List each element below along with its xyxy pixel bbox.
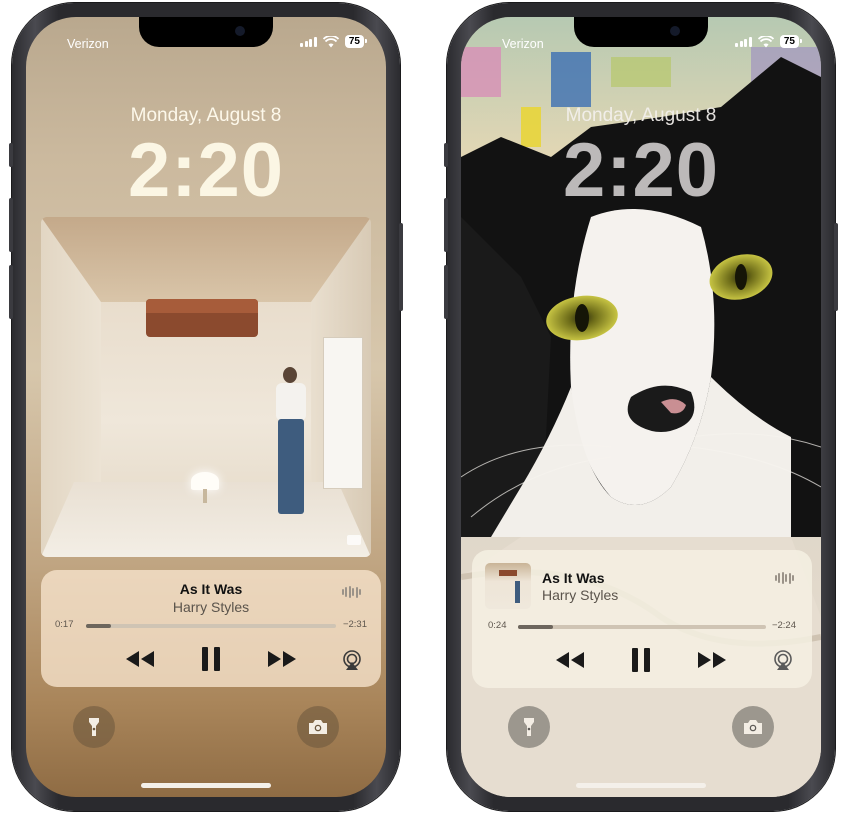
lock-time: 2:20: [127, 128, 285, 213]
pause-icon[interactable]: [199, 645, 223, 673]
home-indicator[interactable]: [141, 783, 271, 788]
lock-screen: Verizon 75 Monday, August 8 2:20 As It W…: [26, 17, 386, 797]
rewind-icon[interactable]: [554, 649, 586, 671]
status-icons: 75: [735, 35, 803, 48]
front-camera: [670, 26, 680, 36]
lock-time: 2:20: [562, 128, 720, 213]
camera-icon[interactable]: [297, 706, 339, 748]
now-playing-widget[interactable]: As It Was Harry Styles 0:24 −2:24: [472, 550, 812, 688]
volume-down-button: [9, 265, 13, 319]
elapsed-time: 0:17: [55, 619, 74, 630]
track-artist: Harry Styles: [172, 599, 250, 615]
fast-forward-icon[interactable]: [266, 648, 298, 670]
rewind-icon[interactable]: [124, 648, 156, 670]
status-icons: 75: [300, 35, 368, 48]
flashlight-icon[interactable]: [73, 706, 115, 748]
notch: [574, 17, 708, 47]
front-camera: [235, 26, 245, 36]
airplay-icon[interactable]: [341, 649, 363, 671]
notch: [139, 17, 273, 47]
scrubber-fill: [86, 624, 111, 628]
lock-date: Monday, August 8: [130, 105, 282, 126]
album-thumbnail: [485, 563, 531, 609]
battery-icon: 75: [779, 35, 803, 48]
side-button: [399, 223, 403, 311]
elapsed-time: 0:24: [488, 620, 507, 631]
audio-waveform-icon: [774, 572, 794, 584]
track-title: As It Was: [542, 570, 605, 586]
mute-switch: [444, 143, 448, 167]
camera-icon[interactable]: [732, 706, 774, 748]
airplay-icon[interactable]: [772, 649, 794, 671]
audio-waveform-icon: [341, 586, 361, 598]
scrubber-track[interactable]: [86, 624, 336, 628]
side-button: [834, 223, 838, 311]
cellular-signal-icon: [735, 36, 752, 47]
fast-forward-icon[interactable]: [696, 649, 728, 671]
battery-icon: 75: [344, 35, 368, 48]
track-title: As It Was: [179, 581, 243, 597]
iphone-left: Verizon 75 Monday, August 8 2:20 As It W…: [9, 3, 403, 811]
volume-up-button: [9, 198, 13, 252]
lock-date: Monday, August 8: [565, 105, 717, 126]
mute-switch: [9, 143, 13, 167]
flashlight-icon[interactable]: [508, 706, 550, 748]
home-indicator[interactable]: [576, 783, 706, 788]
carrier-label: Verizon: [502, 37, 544, 51]
remaining-time: −2:31: [342, 619, 367, 630]
album-artwork: [41, 217, 371, 557]
remaining-time: −2:24: [771, 620, 796, 631]
cellular-signal-icon: [300, 36, 317, 47]
volume-up-button: [444, 198, 448, 252]
lock-screen: Verizon 75 Monday, August 8 2:20 As It W…: [461, 17, 821, 797]
iphone-right: Verizon 75 Monday, August 8 2:20 As It W…: [444, 3, 838, 811]
volume-down-button: [444, 265, 448, 319]
wifi-icon: [322, 35, 339, 47]
carrier-label: Verizon: [67, 37, 109, 51]
scrubber-fill: [518, 625, 553, 629]
pause-icon[interactable]: [629, 646, 653, 674]
now-playing-widget[interactable]: As It Was Harry Styles 0:17 −2:31: [41, 570, 381, 687]
scrubber-track[interactable]: [518, 625, 766, 629]
live-photo-icon: [347, 535, 361, 545]
wifi-icon: [757, 35, 774, 47]
track-artist: Harry Styles: [542, 587, 619, 603]
